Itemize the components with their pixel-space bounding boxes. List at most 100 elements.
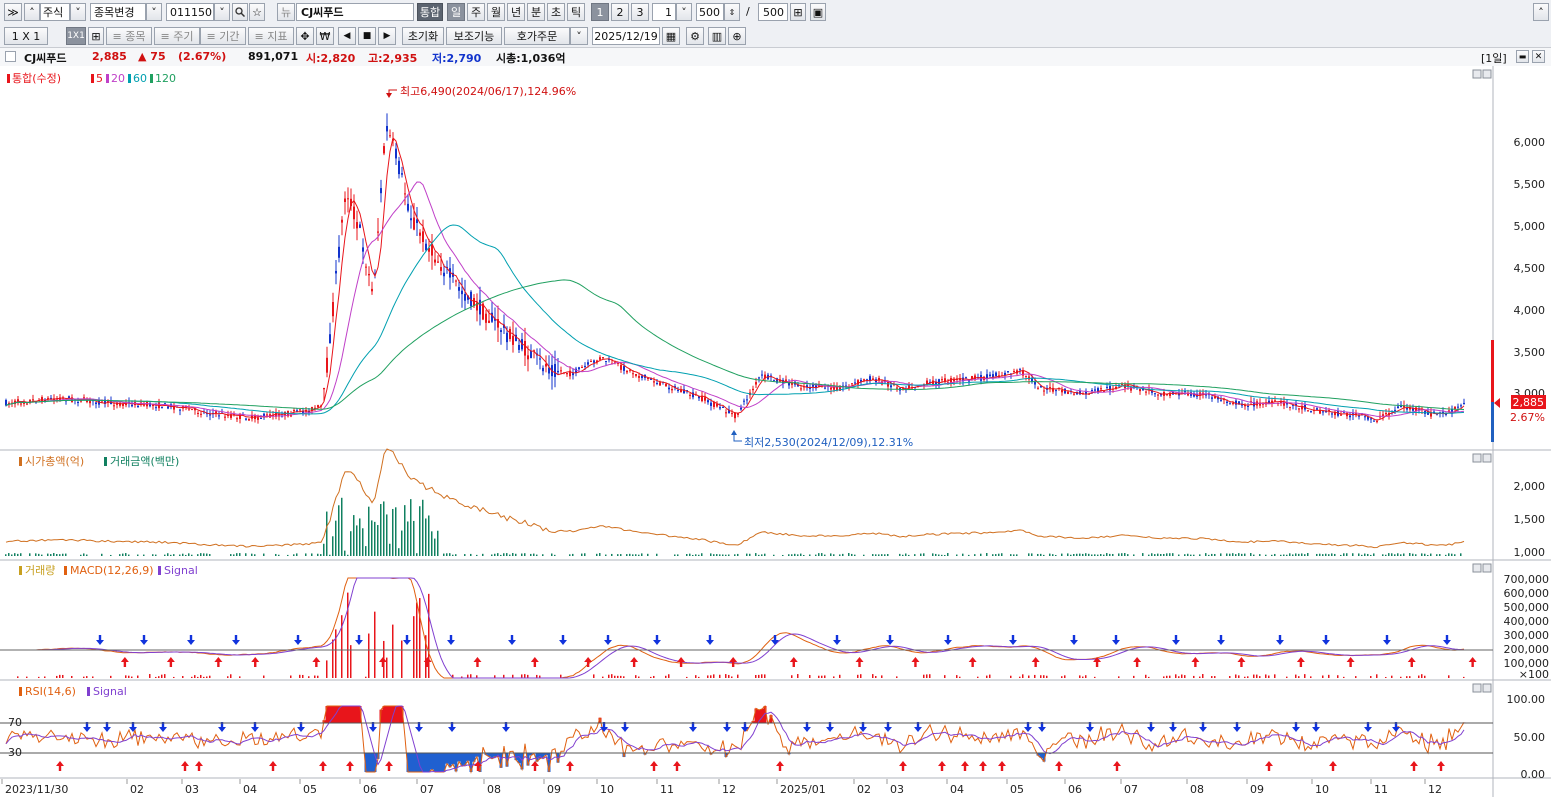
search-icon[interactable] (232, 3, 248, 21)
save-icon[interactable]: ▣ (810, 3, 826, 21)
volume-bar (1118, 676, 1120, 678)
candle-body (32, 399, 34, 401)
change-item-select[interactable]: 종목변경 (90, 3, 146, 21)
volume-bar (1235, 674, 1237, 678)
amount-bar (80, 554, 82, 556)
favorite-icon[interactable]: 뉴 (277, 3, 295, 21)
num-2-button[interactable]: 2 (611, 3, 629, 21)
amount-bar (605, 554, 607, 556)
minimize-icon[interactable]: ▬ (1516, 50, 1529, 63)
period-day-button[interactable]: 일 (447, 3, 465, 21)
amount-bar (815, 554, 817, 556)
amount-bar (380, 504, 382, 556)
period-button[interactable]: ≡ 기간 (200, 27, 246, 45)
amount-bar (1400, 554, 1402, 556)
close-icon[interactable]: ✕ (1532, 50, 1545, 63)
calendar-icon[interactable]: ▦ (662, 27, 680, 45)
candle-body (461, 290, 463, 295)
up-arrow-icon[interactable]: ˄ (24, 3, 40, 21)
next-icon[interactable]: ▶ (378, 27, 396, 45)
stock-chart[interactable]: 통합(수정) 5 20 60 120 최고6,490(2024/06/17),1… (0, 66, 1551, 797)
volume-bar (197, 676, 199, 678)
chevron-down-icon[interactable]: ˅ (214, 3, 230, 21)
amount-bar (878, 554, 880, 556)
amount-bar (1103, 554, 1105, 556)
chevron-down-icon[interactable]: ˅ (676, 3, 692, 21)
period-minute-button[interactable]: 분 (527, 3, 545, 21)
amount-bar (881, 554, 883, 556)
grid-icon[interactable]: ⊞ (88, 27, 104, 45)
period-second-button[interactable]: 초 (547, 3, 565, 21)
amount-bar (638, 554, 640, 556)
amount-bar (329, 554, 331, 556)
x-tick-label: 07 (420, 783, 434, 796)
settings-icon[interactable]: ⚙ (686, 27, 704, 45)
indicator-settings-icon[interactable]: ▥ (708, 27, 726, 45)
date-input[interactable]: 2025/12/19 (592, 27, 660, 45)
won-icon[interactable]: ₩ (316, 27, 334, 45)
add-window-icon[interactable]: ⊞ (790, 3, 806, 21)
cycle-button[interactable]: ≡ 주기 (154, 27, 200, 45)
select-checkbox[interactable] (5, 51, 16, 62)
amount-bar (296, 553, 298, 556)
count-input[interactable]: 500 (696, 3, 724, 21)
aux-function-button[interactable]: 보조기능 (446, 27, 502, 45)
candle-body (773, 379, 775, 381)
rsi-oversold-fill (409, 753, 413, 772)
amount-bar (1460, 553, 1462, 556)
collapse-icon[interactable]: ˄ (1533, 3, 1549, 21)
total-input[interactable]: 500 (758, 3, 788, 21)
volume-bar (227, 676, 229, 678)
candle-body (506, 332, 508, 343)
candle-body (1397, 406, 1399, 409)
amount-bar (50, 554, 52, 556)
amount-bar (1385, 554, 1387, 556)
reset-button[interactable]: 초기화 (402, 27, 444, 45)
period-year-button[interactable]: 년 (507, 3, 525, 21)
amount-bar (59, 554, 61, 556)
move-icon[interactable]: ✥ (296, 27, 314, 45)
period-month-button[interactable]: 월 (487, 3, 505, 21)
expand-button[interactable]: ≫ (4, 3, 22, 21)
candle-body (800, 388, 802, 390)
chevron-down-icon[interactable]: ˅ (146, 3, 162, 21)
volume-bar (59, 674, 61, 678)
current-pct-label: 2.67% (1510, 411, 1545, 424)
chevron-down-icon[interactable]: ˅ (70, 3, 86, 21)
volume-bar (401, 640, 403, 678)
prev-icon[interactable]: ◀ (338, 27, 356, 45)
num-1-button[interactable]: 1 (591, 3, 609, 21)
indicator-button[interactable]: ≡ 지표 (248, 27, 294, 45)
stock-name-field[interactable]: CJ씨푸드 (296, 3, 414, 21)
zoom-icon[interactable]: ⊕ (728, 27, 746, 45)
amount-bar (359, 518, 361, 556)
amount-bar (536, 554, 538, 556)
amount-bar (14, 553, 16, 556)
market-select[interactable]: 주식 (40, 3, 70, 21)
order-button[interactable]: 호가주문 (504, 27, 570, 45)
item-button[interactable]: ≡ 종목 (106, 27, 152, 45)
period-tick-button[interactable]: 틱 (567, 3, 585, 21)
candle-body (1322, 411, 1324, 413)
spinner-icon[interactable]: ⇕ (724, 3, 740, 21)
candle-body (335, 270, 337, 274)
toolbar-second: 1 X 1 1X1 ⊞ ≡ 종목 ≡ 주기 ≡ 기간 ≡ 지표 ✥ ₩ ◀ ■ … (0, 25, 1551, 48)
amount-bar (47, 553, 49, 556)
candle-body (620, 364, 622, 370)
period-week-button[interactable]: 주 (467, 3, 485, 21)
layout-single-button[interactable]: 1X1 (66, 27, 86, 45)
num-3-button[interactable]: 3 (631, 3, 649, 21)
star-icon[interactable]: ☆ (249, 3, 265, 21)
amount-bar (656, 553, 658, 556)
n-value-input[interactable]: 1 (652, 3, 676, 21)
volume-bar (374, 611, 376, 678)
code-input[interactable]: 011150 (166, 3, 214, 21)
amount-bar (626, 554, 628, 556)
stop-icon[interactable]: ■ (358, 27, 376, 45)
amount-bar (1094, 554, 1096, 556)
layout-1x1-button[interactable]: 1 X 1 (4, 27, 48, 45)
candle-body (20, 403, 22, 405)
chevron-down-icon[interactable]: ˅ (570, 27, 588, 45)
candle-body (347, 198, 349, 200)
integrated-button[interactable]: 통합 (417, 3, 443, 21)
